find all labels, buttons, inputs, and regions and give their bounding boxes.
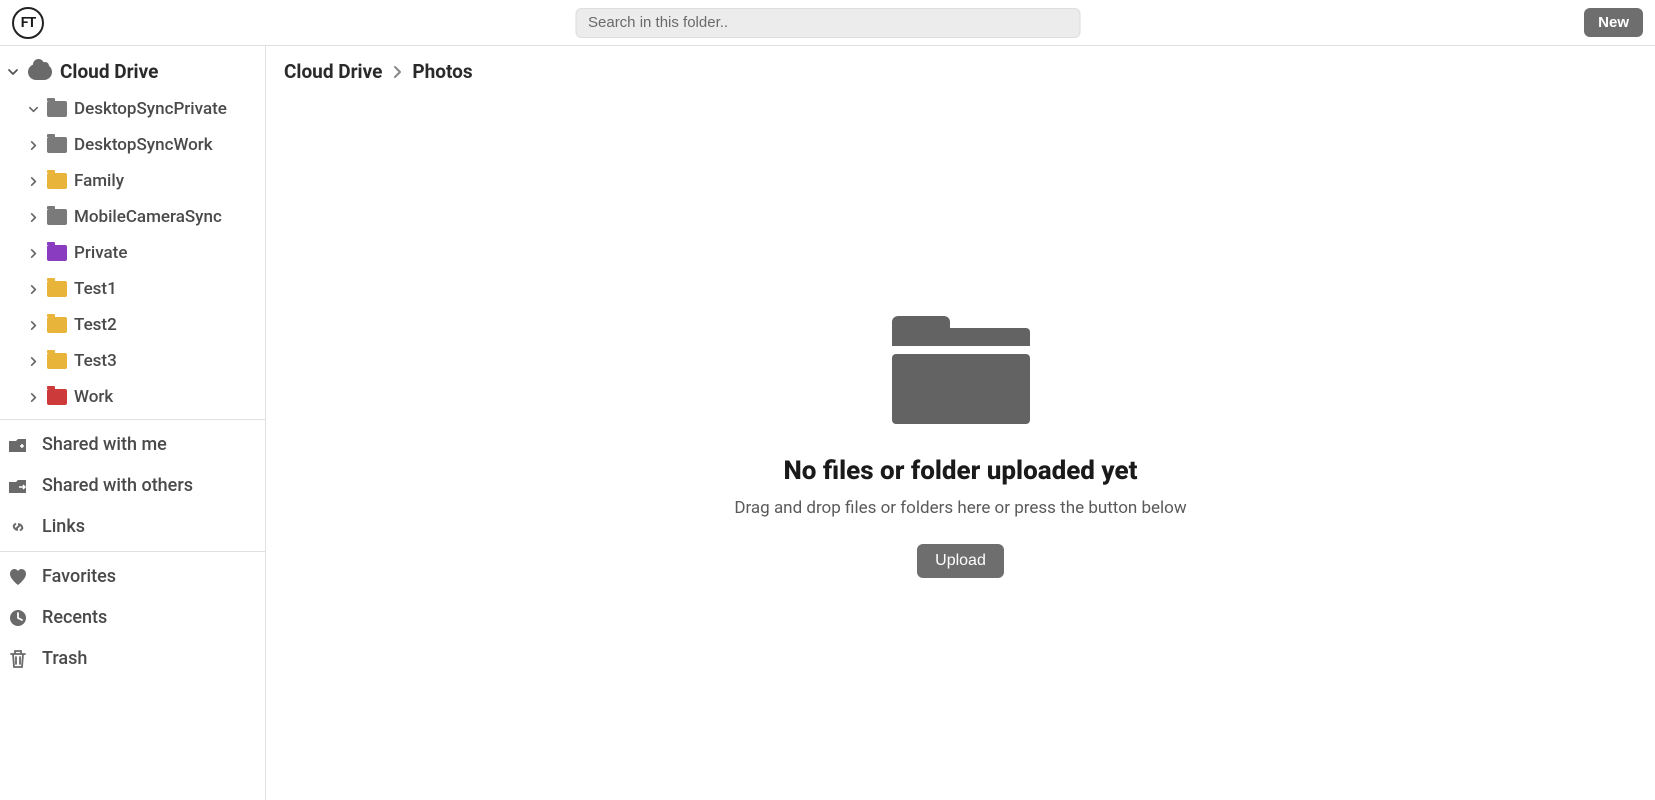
shared-with-others-icon — [8, 477, 28, 495]
heart-icon — [8, 568, 28, 586]
chevron-right-icon — [26, 210, 40, 224]
sidebar-folder-label: Test2 — [74, 315, 117, 335]
divider — [0, 551, 265, 552]
sidebar-folder-desktopsyncprivate[interactable]: DesktopSyncPrivate — [22, 91, 265, 127]
chevron-down-icon — [26, 102, 40, 116]
sidebar-nav-label: Recents — [42, 607, 107, 628]
search-wrap — [575, 8, 1080, 38]
sidebar-folder-label: MobileCameraSync — [74, 207, 222, 227]
sidebar-nav-label: Shared with me — [42, 434, 167, 455]
sidebar-folder-family[interactable]: Family — [22, 163, 265, 199]
sidebar-folder-desktopsyncwork[interactable]: DesktopSyncWork — [22, 127, 265, 163]
sidebar-root-label: Cloud Drive — [60, 60, 158, 83]
folder-icon — [47, 389, 67, 405]
shell: Cloud Drive DesktopSyncPrivate DesktopSy… — [0, 46, 1655, 800]
chevron-right-icon — [392, 65, 402, 79]
sidebar-folder-label: Family — [74, 171, 124, 191]
chevron-right-icon — [26, 282, 40, 296]
breadcrumb: Cloud Drive Photos — [266, 46, 1655, 93]
sidebar-nav-label: Links — [42, 516, 85, 537]
app-logo[interactable]: FT — [12, 7, 44, 39]
sidebar-nav-label: Shared with others — [42, 475, 193, 496]
chevron-right-icon — [26, 174, 40, 188]
chevron-right-icon — [26, 318, 40, 332]
sidebar-folder-test2[interactable]: Test2 — [22, 307, 265, 343]
sidebar-folder-label: DesktopSyncPrivate — [74, 99, 227, 119]
sidebar-folder-list: DesktopSyncPrivate DesktopSyncWork Famil… — [0, 91, 265, 415]
link-icon — [8, 517, 28, 537]
chevron-right-icon — [26, 390, 40, 404]
sidebar-folder-test1[interactable]: Test1 — [22, 271, 265, 307]
sidebar: Cloud Drive DesktopSyncPrivate DesktopSy… — [0, 46, 266, 800]
folder-icon — [47, 209, 67, 225]
trash-icon — [8, 649, 28, 669]
folder-icon — [47, 245, 67, 261]
folder-icon — [47, 173, 67, 189]
sidebar-nav-links[interactable]: Links — [0, 506, 265, 547]
sidebar-folder-work[interactable]: Work — [22, 379, 265, 415]
chevron-right-icon — [26, 246, 40, 260]
sidebar-nav-shared-with-others[interactable]: Shared with others — [0, 465, 265, 506]
empty-state-title: No files or folder uploaded yet — [783, 456, 1137, 486]
clock-icon — [8, 608, 28, 628]
sidebar-folder-mobilecamerasync[interactable]: MobileCameraSync — [22, 199, 265, 235]
empty-state-subtitle: Drag and drop files or folders here or p… — [734, 498, 1186, 518]
divider — [0, 419, 265, 420]
sidebar-folder-label: Test1 — [74, 279, 117, 299]
folder-icon — [47, 317, 67, 333]
sidebar-nav-recents[interactable]: Recents — [0, 597, 265, 638]
main-area: Cloud Drive Photos No files or folder up… — [266, 46, 1655, 800]
sidebar-nav-favorites[interactable]: Favorites — [0, 556, 265, 597]
sidebar-folder-label: Test3 — [74, 351, 117, 371]
folder-icon — [47, 353, 67, 369]
breadcrumb-item-root[interactable]: Cloud Drive — [284, 60, 382, 83]
empty-state[interactable]: No files or folder uploaded yet Drag and… — [266, 93, 1655, 800]
folder-icon — [47, 281, 67, 297]
folder-icon — [47, 137, 67, 153]
sidebar-root-cloud-drive[interactable]: Cloud Drive — [0, 52, 265, 91]
upload-button[interactable]: Upload — [917, 544, 1004, 578]
sidebar-folder-label: Private — [74, 243, 127, 263]
topbar: FT New — [0, 0, 1655, 46]
chevron-right-icon — [26, 354, 40, 368]
sidebar-nav-label: Favorites — [42, 566, 116, 587]
sidebar-folder-private[interactable]: Private — [22, 235, 265, 271]
sidebar-nav-shared-with-me[interactable]: Shared with me — [0, 424, 265, 465]
chevron-down-icon — [6, 65, 20, 79]
sidebar-nav-trash[interactable]: Trash — [0, 638, 265, 679]
sidebar-folder-label: DesktopSyncWork — [74, 135, 213, 155]
empty-folder-icon — [892, 316, 1030, 424]
breadcrumb-item-current[interactable]: Photos — [412, 60, 472, 83]
cloud-icon — [28, 64, 52, 80]
app-logo-text: FT — [21, 15, 36, 31]
sidebar-folder-label: Work — [74, 387, 113, 407]
chevron-right-icon — [26, 138, 40, 152]
search-input[interactable] — [575, 8, 1080, 38]
shared-with-me-icon — [8, 436, 28, 454]
new-button[interactable]: New — [1584, 8, 1643, 37]
sidebar-nav-label: Trash — [42, 648, 87, 669]
folder-icon — [47, 101, 67, 117]
sidebar-folder-test3[interactable]: Test3 — [22, 343, 265, 379]
